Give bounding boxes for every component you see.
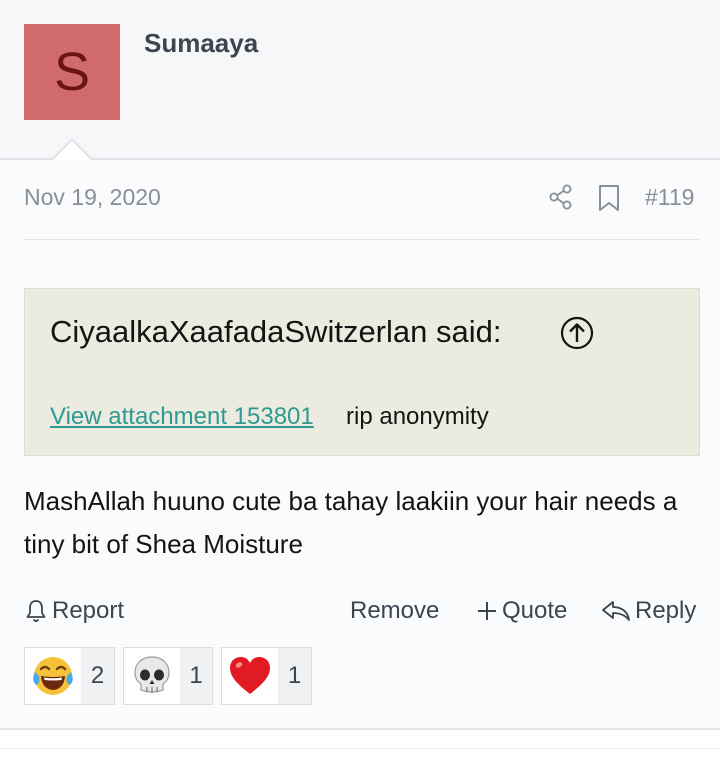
avatar-initial: S xyxy=(53,42,91,102)
username[interactable]: Sumaaya xyxy=(144,28,258,59)
remove-button[interactable]: Remove xyxy=(350,597,439,625)
quote-text: rip anonymity xyxy=(346,403,489,430)
next-post-area xyxy=(0,730,720,764)
report-button[interactable]: Report xyxy=(24,597,124,625)
post-date[interactable]: Nov 19, 2020 xyxy=(24,184,161,211)
reaction-count: 1 xyxy=(189,662,203,689)
bell-icon xyxy=(26,600,46,622)
report-label: Report xyxy=(52,597,125,624)
next-post-divider xyxy=(0,748,720,749)
reply-arrow-icon xyxy=(602,601,630,621)
remove-label: Remove xyxy=(350,597,440,624)
attachment-link[interactable]: View attachment 153801 xyxy=(50,403,314,431)
reaction-skull[interactable]: 1 xyxy=(123,647,213,705)
reaction-count: 1 xyxy=(287,662,302,689)
reaction-heart[interactable]: 1 xyxy=(221,647,312,705)
reaction-laugh[interactable]: 2 xyxy=(24,647,115,705)
share-icon[interactable] xyxy=(548,184,574,210)
bookmark-icon[interactable] xyxy=(597,184,621,212)
arrow-up-circle-icon[interactable] xyxy=(560,316,594,350)
laughing-tears-icon xyxy=(33,657,73,695)
post-number[interactable]: #119 xyxy=(645,184,694,211)
quote-author[interactable]: CiyaalkaXaafadaSwitzerlan said: xyxy=(50,314,501,350)
quote-label: Quote xyxy=(502,597,568,624)
skull-icon xyxy=(134,656,170,693)
user-pointer-arrow-fill xyxy=(52,141,92,161)
reaction-count: 2 xyxy=(90,662,105,689)
post-message: MashAllah huuno cute ba tahay laakiin yo… xyxy=(24,486,678,559)
reply-button[interactable]: Reply xyxy=(601,597,696,625)
heart-icon xyxy=(230,657,270,694)
avatar[interactable]: S xyxy=(24,24,120,120)
post-meta-divider xyxy=(24,239,700,240)
quote-button[interactable]: Quote xyxy=(476,597,567,625)
plus-icon xyxy=(478,602,496,620)
reply-label: Reply xyxy=(635,597,697,624)
